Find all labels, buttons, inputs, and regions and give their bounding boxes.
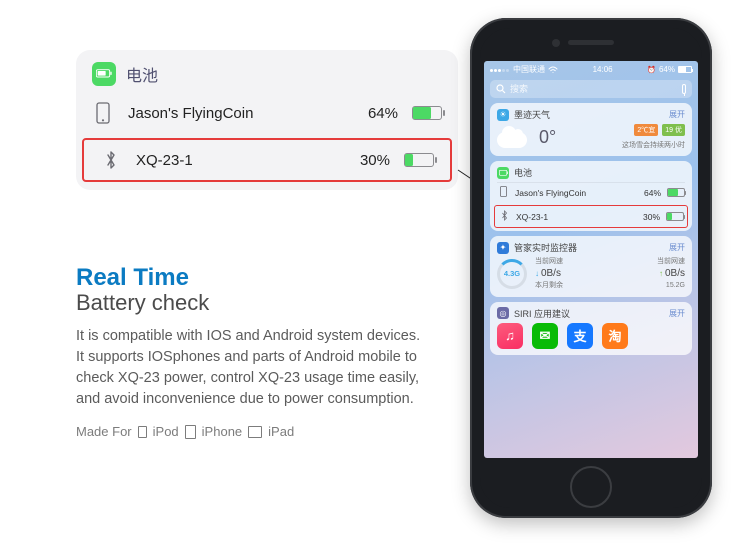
weather-badge-hi: 2℃宜	[634, 124, 658, 136]
battery-app-icon	[497, 167, 509, 179]
status-bar: 中国联通 14:06 ⏰ 64%	[484, 61, 698, 78]
device-name: Jason's FlyingCoin	[128, 105, 338, 122]
bluetooth-icon	[100, 150, 122, 170]
iphone-mockup: 中国联通 14:06 ⏰ 64% ☀ 墨迹天气	[470, 18, 712, 518]
battery-icon	[404, 153, 434, 167]
siri-title: SIRI 应用建议	[514, 307, 664, 320]
monitor-expand[interactable]: 展开	[669, 242, 685, 253]
made-for-ipod: iPod	[153, 424, 179, 439]
net-down: 当前网速 ↓ 0B/s 本月剩余	[535, 257, 563, 291]
ipad-icon	[248, 426, 262, 438]
battery-app-name: 电池	[514, 166, 685, 179]
device-pct: 30%	[643, 212, 660, 222]
speaker-grille	[568, 40, 614, 45]
siri-icon: ◎	[497, 307, 509, 319]
monitor-card[interactable]: ✦ 管家实时监控器 展开 4.3G 当前网速 ↓ 0B/s 本月剩余 当前网速	[490, 236, 692, 297]
battery-icon	[667, 188, 685, 197]
wifi-icon	[548, 66, 558, 74]
battery-row-bluetooth: XQ-23-1 30%	[82, 138, 452, 182]
made-for-label: Made For	[76, 424, 132, 439]
net-up: 当前网速 ↑ 0B/s 15.2G	[657, 257, 685, 291]
microphone-icon[interactable]	[682, 84, 686, 94]
siri-card[interactable]: ◎ SIRI 应用建议 展开 ♫ ✉ 支 淘	[490, 302, 692, 355]
battery-widget-large: 电池 Jason's FlyingCoin 64% XQ-23-1 30%	[76, 50, 458, 190]
weather-card[interactable]: ☀ 墨迹天气 展开 0° 2℃宜 19 优 这场雪会持续两小时	[490, 103, 692, 156]
app-wechat[interactable]: ✉	[532, 323, 558, 349]
search-icon	[496, 84, 506, 94]
monitor-app-icon: ✦	[497, 242, 509, 254]
phone-battery-card[interactable]: 电池 Jason's FlyingCoin 64% XQ-23-1 30%	[490, 161, 692, 231]
cloud-icon	[497, 126, 531, 148]
phone-battery-row-highlighted: XQ-23-1 30%	[494, 205, 688, 228]
weather-badge-lo: 19 优	[662, 124, 685, 136]
search-input[interactable]	[510, 84, 678, 94]
device-name: XQ-23-1	[516, 212, 637, 222]
battery-row-phone: Jason's FlyingCoin 64%	[76, 92, 458, 134]
device-name: Jason's FlyingCoin	[515, 188, 638, 198]
phone-screen: 中国联通 14:06 ⏰ 64% ☀ 墨迹天气	[484, 61, 698, 458]
phone-icon	[92, 102, 114, 124]
made-for-iphone: iPhone	[202, 424, 242, 439]
battery-app-icon	[92, 62, 116, 86]
weather-sub: 这场雪会持续两小时	[622, 140, 685, 150]
alarm-icon: ⏰	[647, 66, 656, 74]
status-batt-pct: 64%	[659, 65, 675, 74]
battery-widget-title: 电池	[126, 62, 158, 86]
spotlight-search[interactable]	[490, 80, 692, 98]
app-taobao[interactable]: 淘	[602, 323, 628, 349]
headline-1: Real Time	[76, 264, 421, 292]
device-pct: 64%	[352, 105, 398, 122]
device-pct: 64%	[644, 188, 661, 198]
app-alipay[interactable]: 支	[567, 323, 593, 349]
body-copy: It is compatible with IOS and Android sy…	[76, 326, 421, 410]
made-for-ipad: iPad	[268, 424, 294, 439]
temperature: 0°	[539, 127, 556, 148]
headline-2: Battery check	[76, 290, 421, 316]
carrier: 中国联通	[513, 64, 545, 75]
bluetooth-icon	[498, 210, 510, 223]
front-camera	[552, 39, 560, 47]
ipod-icon	[138, 426, 147, 438]
phone-icon	[497, 186, 509, 199]
status-battery-icon	[678, 66, 692, 73]
home-button[interactable]	[570, 466, 612, 508]
iphone-icon	[185, 425, 196, 439]
weather-expand[interactable]: 展开	[669, 109, 685, 120]
weather-app-icon: ☀	[497, 109, 509, 121]
weather-app-name: 墨迹天气	[514, 108, 664, 121]
battery-icon	[412, 106, 442, 120]
data-gauge: 4.3G	[497, 259, 527, 289]
phone-battery-row: Jason's FlyingCoin 64%	[497, 182, 685, 202]
marketing-text: Real Time Battery check It is compatible…	[76, 264, 421, 439]
monitor-app-name: 管家实时监控器	[514, 241, 664, 254]
signal-icon	[490, 65, 510, 74]
clock: 14:06	[593, 65, 613, 74]
device-name: XQ-23-1	[136, 152, 330, 169]
device-pct: 30%	[344, 152, 390, 169]
battery-widget-header: 电池	[76, 50, 458, 92]
made-for-line: Made For iPod iPhone iPad	[76, 424, 421, 439]
battery-icon	[666, 212, 684, 221]
siri-expand[interactable]: 展开	[669, 308, 685, 319]
app-apple-music[interactable]: ♫	[497, 323, 523, 349]
